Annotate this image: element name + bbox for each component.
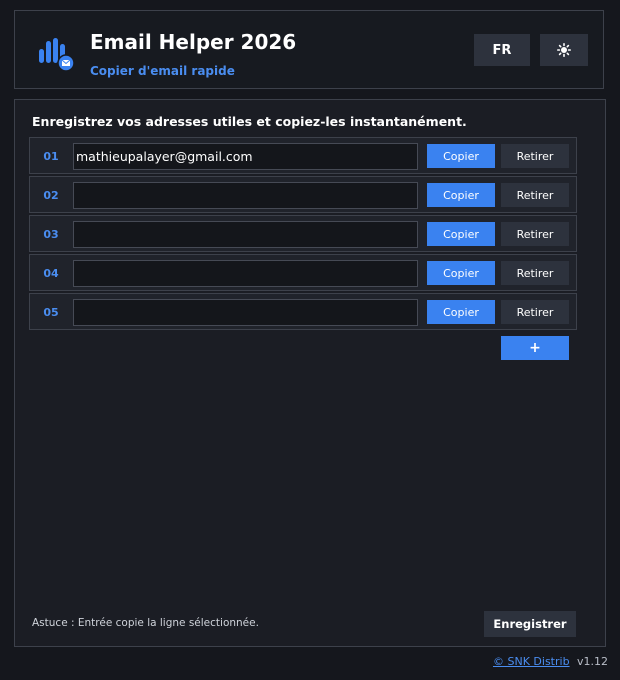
email-row: 05 Copier Retirer xyxy=(29,293,577,330)
copy-button[interactable]: Copier xyxy=(427,222,495,246)
app-header: Email Helper 2026 Copier d'email rapide … xyxy=(14,10,604,89)
email-row: 03 Copier Retirer xyxy=(29,215,577,252)
email-input[interactable] xyxy=(73,221,418,248)
remove-button[interactable]: Retirer xyxy=(501,144,569,168)
remove-button[interactable]: Retirer xyxy=(501,183,569,207)
copy-button[interactable]: Copier xyxy=(427,300,495,324)
add-row-button[interactable]: + xyxy=(501,336,569,360)
remove-button[interactable]: Retirer xyxy=(501,300,569,324)
email-list: 01 Copier Retirer 02 Copier Retirer 03 C… xyxy=(29,137,577,332)
remove-button[interactable]: Retirer xyxy=(501,261,569,285)
version-label: v1.12 xyxy=(577,655,609,668)
row-number: 01 xyxy=(43,150,59,163)
row-number: 02 xyxy=(43,189,59,202)
copy-button[interactable]: Copier xyxy=(427,144,495,168)
email-input[interactable] xyxy=(73,299,418,326)
sun-icon xyxy=(557,43,571,57)
row-number: 04 xyxy=(43,267,59,280)
email-input[interactable] xyxy=(73,182,418,209)
email-row: 01 Copier Retirer xyxy=(29,137,577,174)
email-row: 04 Copier Retirer xyxy=(29,254,577,291)
panel-title: Enregistrez vos adresses utiles et copie… xyxy=(32,114,467,129)
email-input[interactable] xyxy=(73,143,418,170)
email-input[interactable] xyxy=(73,260,418,287)
row-number: 03 xyxy=(43,228,59,241)
save-button[interactable]: Enregistrer xyxy=(484,611,576,637)
row-number: 05 xyxy=(43,306,59,319)
copy-button[interactable]: Copier xyxy=(427,261,495,285)
language-button[interactable]: FR xyxy=(474,34,530,66)
theme-toggle-button[interactable] xyxy=(540,34,588,66)
company-link[interactable]: © SNK Distrib xyxy=(493,655,570,668)
email-panel: Enregistrez vos adresses utiles et copie… xyxy=(14,99,606,647)
email-row: 02 Copier Retirer xyxy=(29,176,577,213)
remove-button[interactable]: Retirer xyxy=(501,222,569,246)
copy-button[interactable]: Copier xyxy=(427,183,495,207)
bar-chart-mail-icon xyxy=(39,38,75,72)
app-title: Email Helper 2026 xyxy=(90,30,297,54)
app-subtitle: Copier d'email rapide xyxy=(90,64,235,78)
tip-text: Astuce : Entrée copie la ligne sélection… xyxy=(32,617,259,629)
